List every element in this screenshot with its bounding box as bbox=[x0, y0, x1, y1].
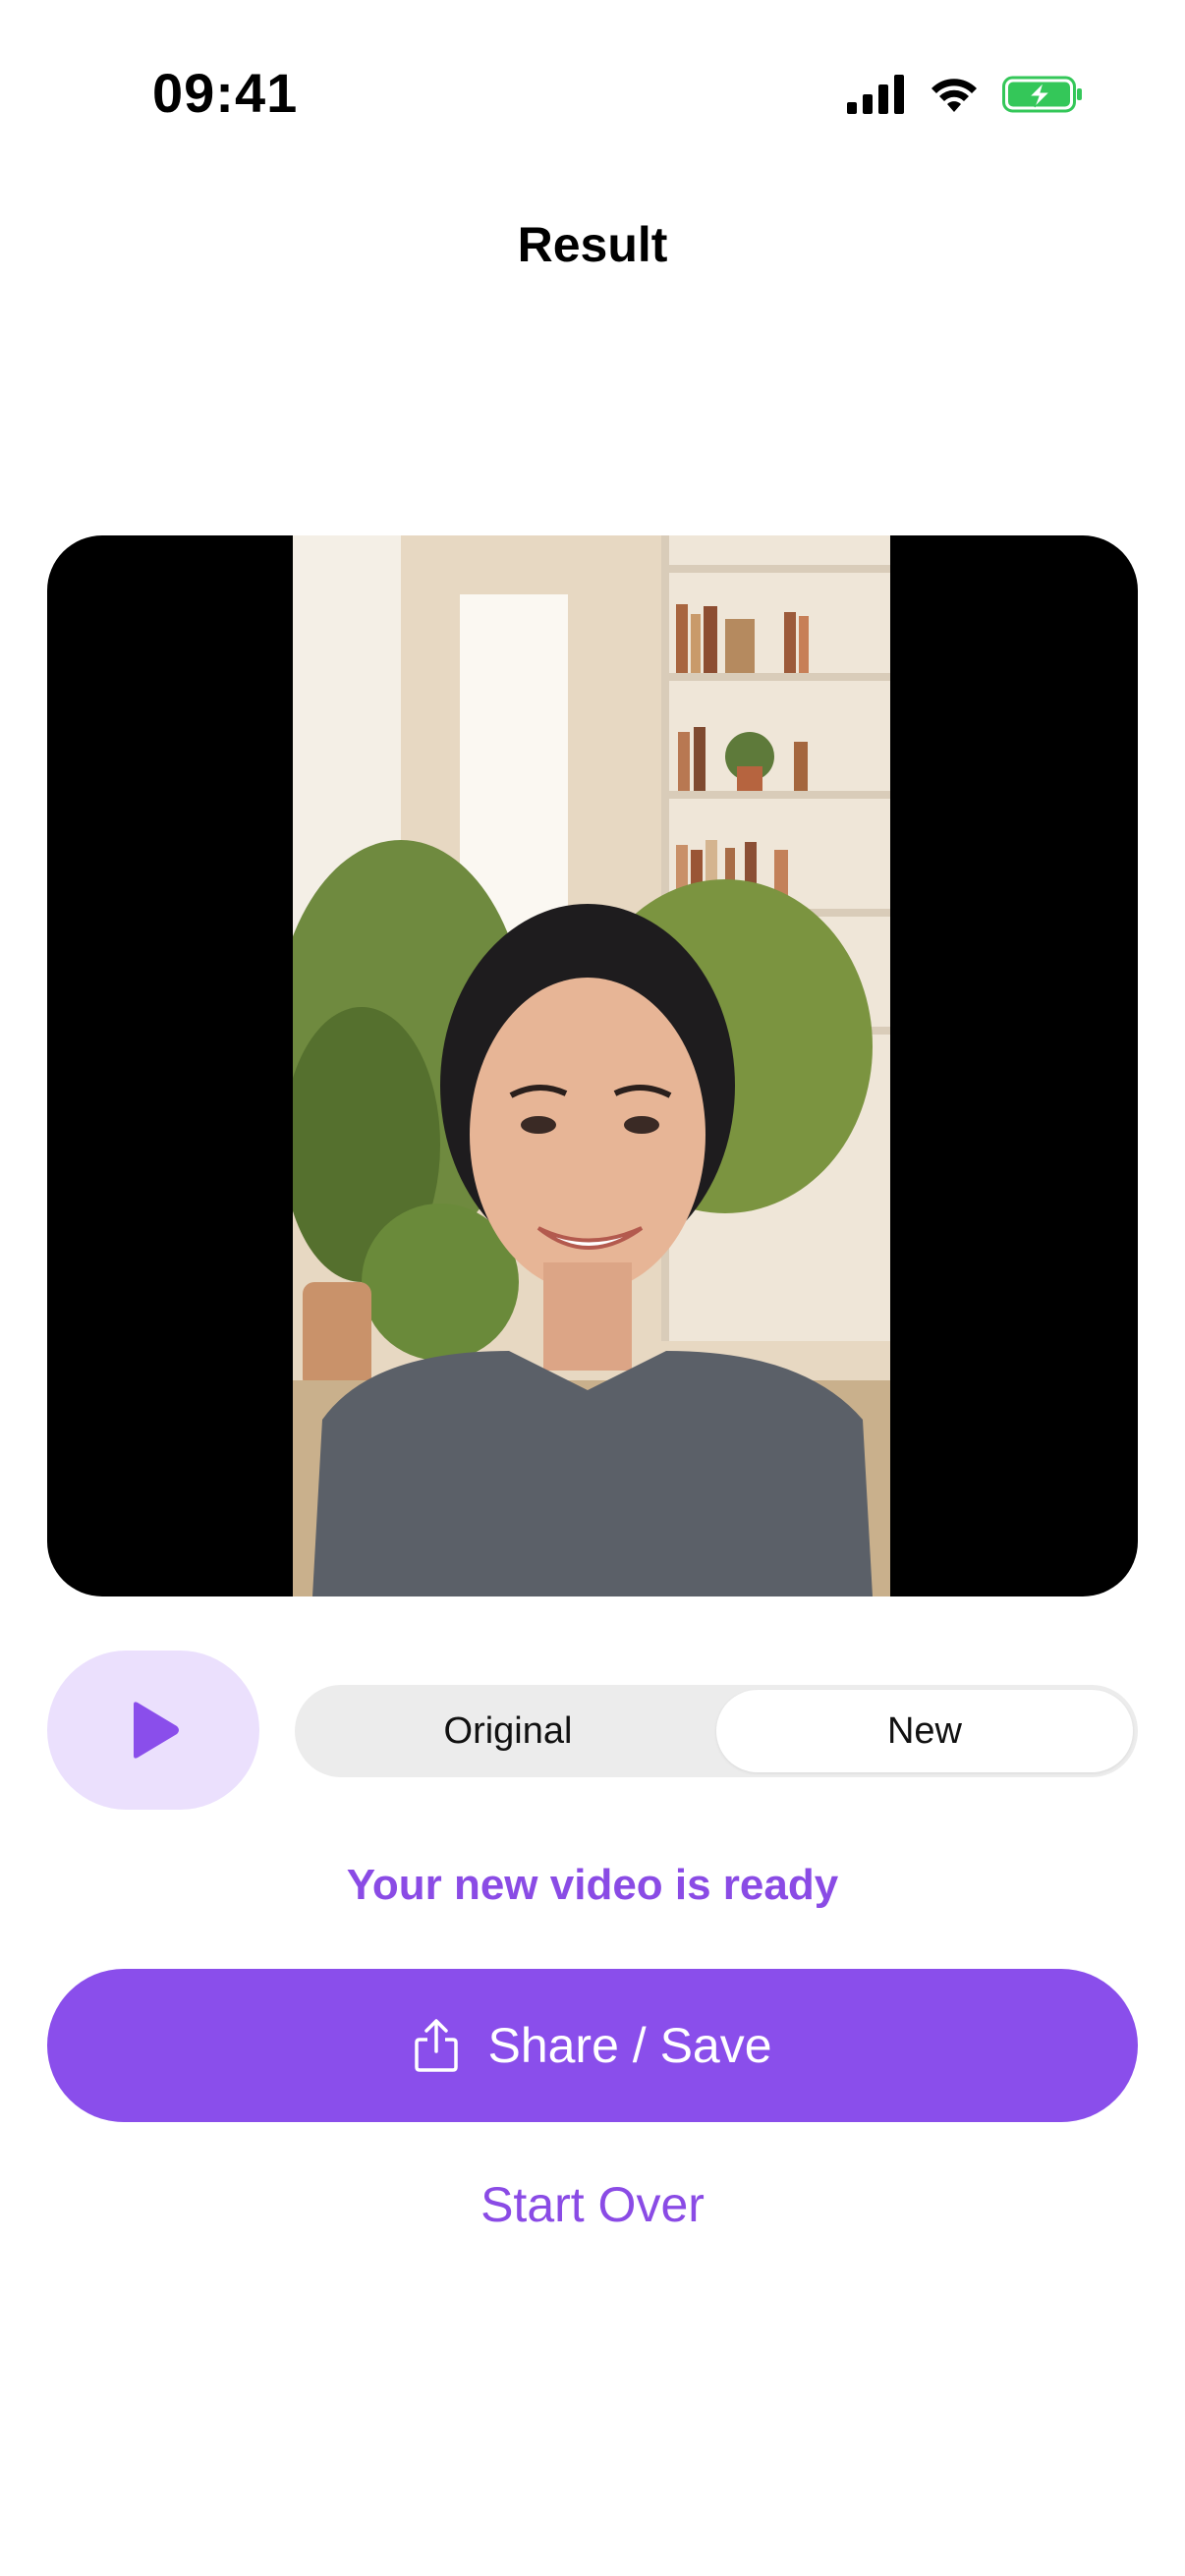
segment-new[interactable]: New bbox=[716, 1690, 1133, 1772]
status-message: Your new video is ready bbox=[346, 1861, 839, 1909]
video-frame-image bbox=[293, 535, 890, 1596]
video-player[interactable] bbox=[47, 535, 1138, 1596]
share-save-label: Share / Save bbox=[487, 2018, 772, 2073]
segment-original[interactable]: Original bbox=[300, 1690, 716, 1772]
share-save-button[interactable]: Share / Save bbox=[47, 1969, 1138, 2122]
start-over-button[interactable]: Start Over bbox=[0, 2176, 1185, 2233]
share-icon bbox=[415, 2019, 459, 2072]
status-icons bbox=[847, 75, 1083, 114]
video-still-illustration bbox=[293, 535, 890, 1596]
play-button[interactable] bbox=[47, 1651, 259, 1810]
status-time: 09:41 bbox=[152, 62, 299, 124]
battery-charging-icon bbox=[1002, 76, 1082, 113]
status-bar: 09:41 bbox=[0, 0, 1185, 196]
wifi-icon bbox=[931, 79, 977, 112]
original-new-segmented-control: Original New bbox=[295, 1685, 1138, 1777]
page-title: Result bbox=[517, 217, 668, 272]
cellular-signal-icon bbox=[847, 75, 904, 114]
play-icon bbox=[134, 1702, 179, 1759]
